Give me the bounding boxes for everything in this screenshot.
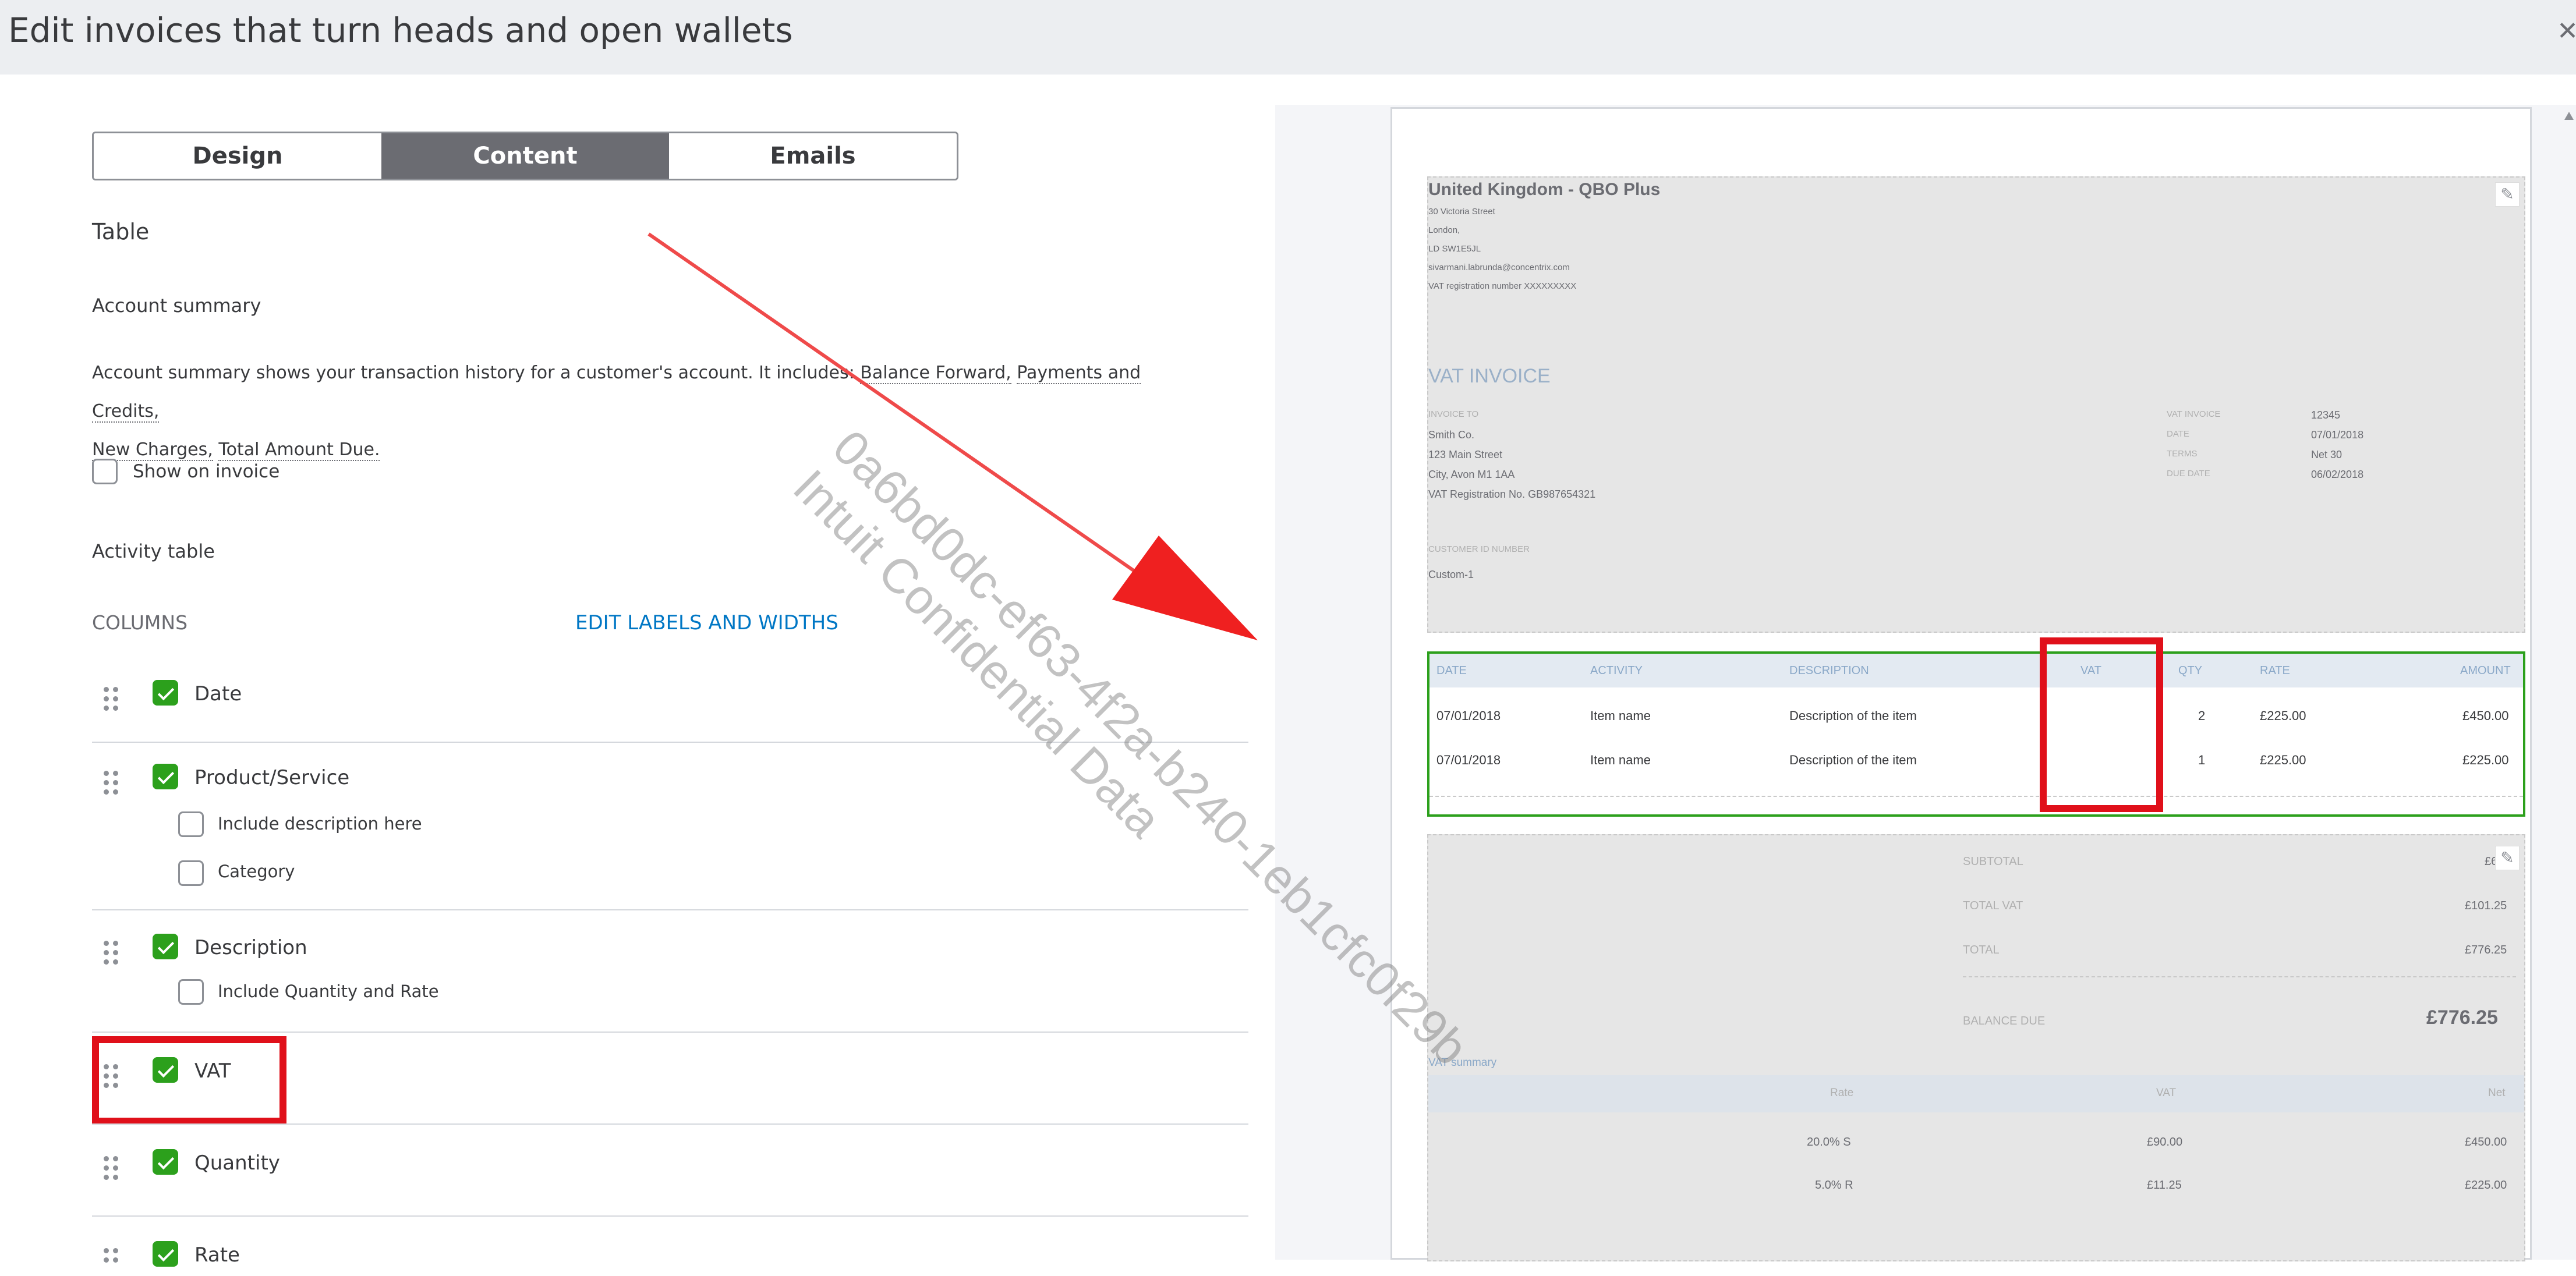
arrow-head [1112,536,1258,640]
annotation-arrow [647,232,1258,640]
